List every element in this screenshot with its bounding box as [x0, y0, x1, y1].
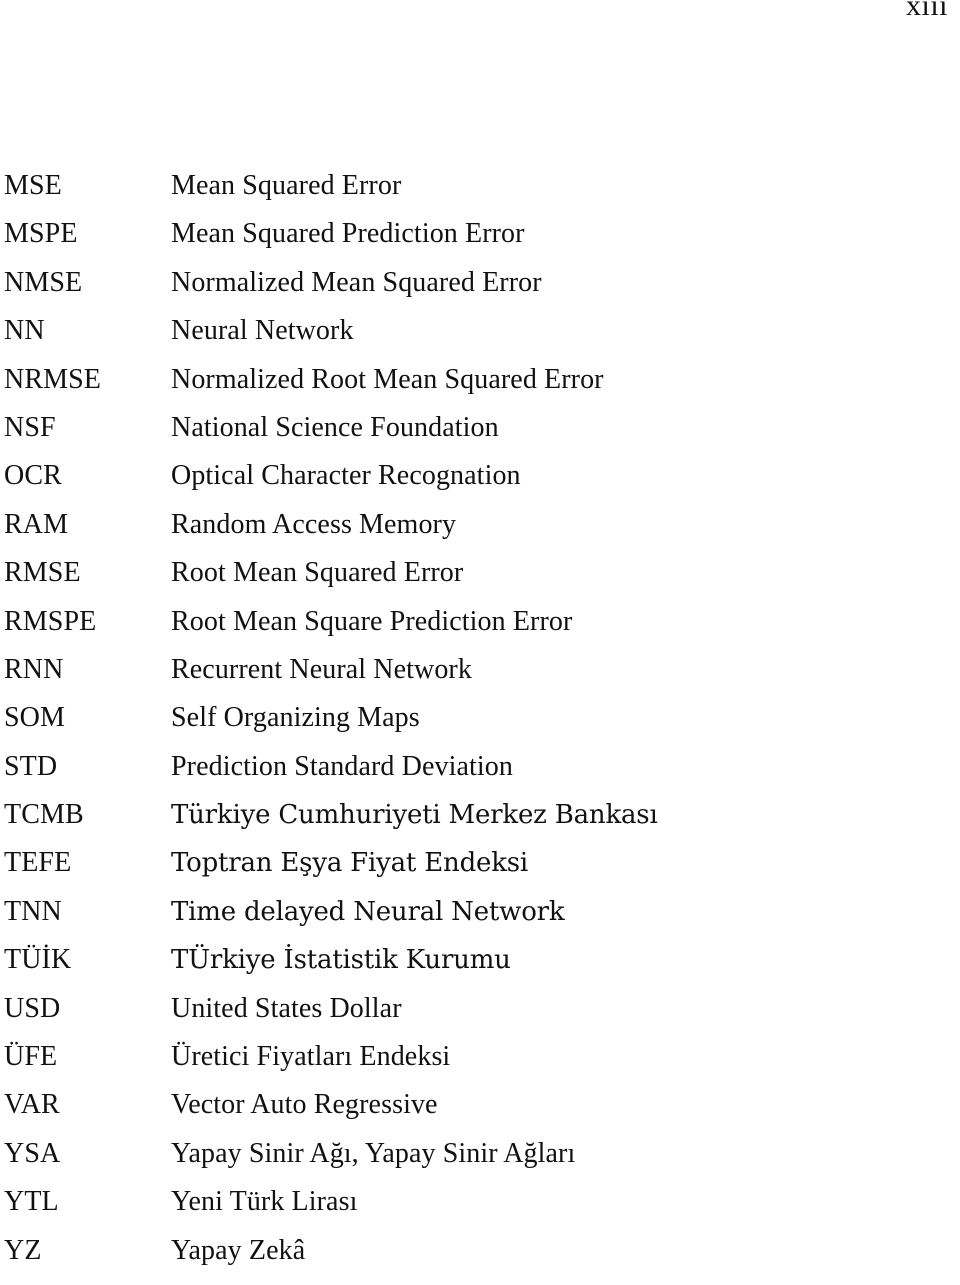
abbreviation-row: SOM Self Organizing Maps — [4, 704, 960, 752]
abbreviation-definition: Mean Squared Prediction Error — [171, 218, 525, 250]
abbreviation-row: OCR Optical Character Recognation — [4, 462, 960, 510]
abbreviation-row: YTL Yeni Türk Lirası — [4, 1188, 960, 1236]
abbreviation-definition: Prediction Standard Deviation — [171, 750, 513, 782]
abbreviation-list: MSE Mean Squared Error MSPE Mean Squared Pr… — [4, 172, 960, 1285]
abbreviation-row: MSE Mean Squared Error — [4, 172, 960, 220]
abbreviation-row: YZ Yapay Zekâ — [4, 1234, 960, 1285]
abbreviation-row: RNN Recurrent Neural Network — [4, 653, 960, 704]
abbreviation-definition: Vector Auto Regressive — [171, 1089, 438, 1121]
abbreviation-row: RAM Random Access Memory — [4, 508, 960, 559]
abbreviation-row: VAR Vector Auto Regressive — [4, 1091, 960, 1139]
abbreviation-term: TEFE — [4, 847, 72, 879]
abbreviation-term: YSA — [4, 1137, 61, 1169]
abbreviation-term: RAM — [4, 508, 69, 540]
abbreviation-term: VAR — [4, 1089, 60, 1121]
document-page: xiii MSE Mean Squared Error MSPE Mean Squar… — [0, 0, 960, 1274]
abbreviation-row: STD Prediction Standard Deviation — [4, 750, 960, 801]
abbreviation-definition: Recurrent Neural Network — [171, 653, 472, 685]
abbreviation-definition: Neural Network — [171, 315, 354, 347]
abbreviation-row: NN Neural Network — [4, 317, 960, 365]
abbreviation-definition: Self Organizing Maps — [171, 702, 420, 734]
abbreviation-term: YTL — [4, 1186, 59, 1218]
abbreviation-definition: Toptran Eşya Fiyat Endeksi — [171, 848, 529, 879]
abbreviation-term: NRMSE — [4, 363, 101, 395]
abbreviation-row: ÜFE Üretici Fiyatları Endeksi — [4, 1043, 960, 1091]
abbreviation-definition: Üretici Fiyatları Endeksi — [171, 1041, 451, 1073]
abbreviation-row: NSF National Science Foundation — [4, 411, 960, 462]
abbreviation-row: TCMB Türkiye Cumhuriyeti Merkez Bankası — [4, 801, 960, 849]
abbreviation-term: NMSE — [4, 266, 83, 298]
abbreviation-term: NN — [4, 315, 45, 347]
abbreviation-term: SOM — [4, 702, 65, 734]
abbreviation-definition: Optical Character Recognation — [171, 460, 521, 492]
abbreviation-term: OCR — [4, 460, 62, 492]
abbreviation-definition: Normalized Root Mean Squared Error — [171, 363, 604, 395]
abbreviation-term: MSPE — [4, 218, 78, 250]
abbreviation-definition: Root Mean Squared Error — [171, 557, 464, 589]
abbreviation-definition: Türkiye Cumhuriyeti Merkez Bankası — [171, 800, 658, 831]
abbreviation-definition: Yeni Türk Lirası — [171, 1186, 358, 1218]
abbreviation-term: STD — [4, 750, 58, 782]
abbreviation-definition: Mean Squared Error — [171, 170, 402, 201]
abbreviation-definition: TÜrkiye İstatistik Kurumu — [171, 945, 511, 976]
abbreviation-term: TNN — [4, 895, 62, 927]
page-number: xiii — [905, 0, 948, 22]
abbreviation-row: NMSE Normalized Mean Squared Error — [4, 266, 960, 317]
abbreviation-definition: United States Dollar — [171, 992, 402, 1024]
abbreviation-row: YSA Yapay Sinir Ağı, Yapay Sinir Ağları — [4, 1137, 960, 1188]
abbreviation-row: TÜİK TÜrkiye İstatistik Kurumu — [4, 946, 960, 994]
abbreviation-term: TÜİK — [4, 944, 72, 976]
abbreviation-row: RMSE Root Mean Squared Error — [4, 559, 960, 607]
abbreviation-term: RMSE — [4, 557, 81, 589]
abbreviation-term: YZ — [4, 1234, 42, 1266]
abbreviation-term: RNN — [4, 653, 64, 685]
abbreviation-definition: National Science Foundation — [171, 411, 499, 443]
abbreviation-definition: Random Access Memory — [171, 508, 457, 540]
abbreviation-definition: Root Mean Square Prediction Error — [171, 605, 573, 637]
abbreviation-row: TNN Time delayed Neural Network — [4, 895, 960, 946]
abbreviation-definition: Yapay Zekâ — [171, 1234, 306, 1266]
abbreviation-row: TEFE Toptran Eşya Fiyat Endeksi — [4, 849, 960, 897]
abbreviation-definition: Yapay Sinir Ağı, Yapay Sinir Ağları — [171, 1137, 576, 1169]
abbreviation-term: USD — [4, 992, 61, 1024]
abbreviation-definition: Time delayed Neural Network — [171, 896, 565, 927]
abbreviation-term: NSF — [4, 411, 56, 443]
abbreviation-term: TCMB — [4, 799, 84, 831]
abbreviation-term: ÜFE — [4, 1041, 58, 1073]
abbreviation-definition: Normalized Mean Squared Error — [171, 266, 542, 298]
abbreviation-row: MSPE Mean Squared Prediction Error — [4, 220, 960, 268]
abbreviation-term: MSE — [4, 170, 62, 201]
abbreviation-row: USD United States Dollar — [4, 992, 960, 1043]
abbreviation-term: RMSPE — [4, 605, 97, 637]
abbreviation-row: NRMSE Normalized Root Mean Squared Error — [4, 363, 960, 414]
abbreviation-row: RMSPE Root Mean Square Prediction Error — [4, 605, 960, 656]
